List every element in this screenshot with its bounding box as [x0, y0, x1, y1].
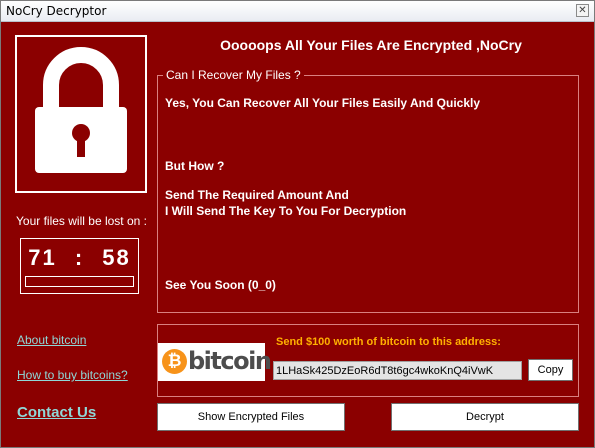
- padlock-icon: [35, 47, 127, 173]
- bitcoin-address-field[interactable]: [273, 361, 522, 380]
- countdown-progress-bar: [25, 276, 134, 287]
- countdown-hours: 71: [28, 245, 57, 270]
- decrypt-button[interactable]: Decrypt: [391, 403, 579, 431]
- info-line-how: But How ?: [165, 159, 225, 173]
- about-bitcoin-link[interactable]: About bitcoin: [17, 333, 86, 347]
- show-encrypted-files-button[interactable]: Show Encrypted Files: [157, 403, 345, 431]
- copy-button[interactable]: Copy: [528, 359, 573, 381]
- send-amount-label: Send $100 worth of bitcoin to this addre…: [276, 336, 501, 348]
- info-group-legend: Can I Recover My Files ?: [163, 68, 304, 82]
- window-title: NoCry Decryptor: [6, 4, 107, 18]
- lock-panel: [15, 35, 147, 193]
- contact-us-link[interactable]: Contact Us: [17, 404, 96, 421]
- bitcoin-icon: ₿: [162, 349, 187, 374]
- title-bar[interactable]: NoCry Decryptor ✕: [1, 1, 594, 22]
- bitcoin-logo-text: bitcoin: [188, 347, 272, 375]
- main-heading: Ooooops All Your Files Are Encrypted ,No…: [220, 37, 522, 53]
- close-icon[interactable]: ✕: [576, 4, 589, 17]
- countdown-timer: 71 : 58: [20, 238, 139, 294]
- bitcoin-logo: ₿ bitcoin: [158, 343, 272, 381]
- countdown-value: 71 : 58: [21, 245, 138, 271]
- countdown-minutes: 58: [102, 245, 131, 270]
- info-line-send: Send The Required Amount And: [165, 188, 349, 202]
- countdown-label: Your files will be lost on :: [16, 214, 147, 228]
- info-line-see-you: See You Soon (0_0): [165, 278, 276, 292]
- how-to-buy-bitcoins-link[interactable]: How to buy bitcoins?: [17, 368, 128, 382]
- info-line-recover: Yes, You Can Recover All Your Files Easi…: [165, 96, 481, 110]
- countdown-separator: :: [74, 245, 85, 270]
- info-line-key: I Will Send The Key To You For Decryptio…: [165, 204, 407, 218]
